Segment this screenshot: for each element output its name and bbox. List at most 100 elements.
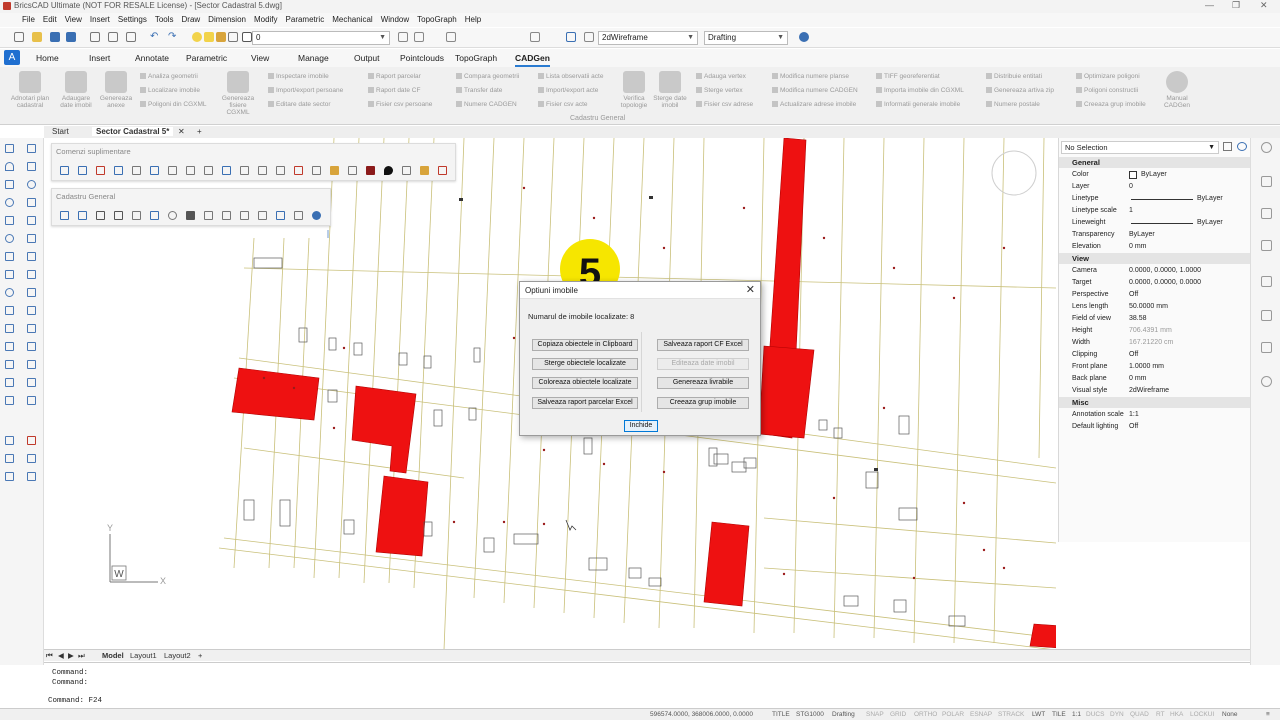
- status-tile[interactable]: TILE: [1052, 711, 1066, 718]
- ribbon-small-button[interactable]: Editare date sector: [268, 101, 331, 108]
- status-strack[interactable]: STRACK: [998, 711, 1024, 718]
- status-none[interactable]: None: [1222, 711, 1238, 718]
- ribbon-small-button[interactable]: Poligoni constructii: [1076, 87, 1138, 94]
- revcloud-tool-icon[interactable]: [5, 342, 14, 351]
- menu-topograph[interactable]: TopoGraph: [417, 13, 457, 27]
- palette-tool-icon[interactable]: [420, 166, 429, 175]
- redo-icon[interactable]: ↷: [168, 32, 178, 42]
- ribbon-small-button[interactable]: Modifica numere CADGEN: [772, 87, 858, 94]
- ribbon-small-button[interactable]: Adauga vertex: [696, 73, 746, 80]
- delete-property-data-button[interactable]: Sterge date imobil: [650, 71, 690, 109]
- ribbon-small-button[interactable]: Fisier csv adrese: [696, 101, 753, 108]
- dimension-tool-icon[interactable]: [27, 454, 36, 463]
- layer-bulb-icon[interactable]: [192, 32, 202, 42]
- palette-tool-icon[interactable]: [276, 166, 285, 175]
- palette-tool-icon[interactable]: [276, 211, 285, 220]
- prop-row[interactable]: Lens length 50.0000 mm: [1059, 301, 1251, 313]
- polyline-tool-icon[interactable]: [5, 216, 14, 225]
- palette-tool-icon[interactable]: [114, 211, 123, 220]
- prop-row[interactable]: Transparency ByLayer: [1059, 229, 1251, 241]
- palette-tool-icon[interactable]: [168, 166, 177, 175]
- prop-row[interactable]: Color ByLayer: [1059, 169, 1251, 181]
- menu-settings[interactable]: Settings: [118, 13, 147, 27]
- ribbon-small-button[interactable]: Genereaza artiva zip: [986, 87, 1054, 94]
- ribbon-small-button[interactable]: Compara geometrii: [456, 73, 519, 80]
- prop-row[interactable]: Lineweight ByLayer: [1059, 217, 1251, 229]
- tab-layout2[interactable]: Layout2: [164, 651, 191, 660]
- explorer-icon[interactable]: [530, 32, 540, 42]
- palette-tool-icon[interactable]: [78, 166, 87, 175]
- lightbulb-icon[interactable]: [1261, 142, 1272, 153]
- rectangle-tool-icon[interactable]: [5, 180, 14, 189]
- prop-row[interactable]: Visual style 2dWireframe: [1059, 385, 1251, 397]
- save-parcel-report-button[interactable]: Salveaza raport parcelar Excel: [532, 397, 638, 409]
- add-property-data-button[interactable]: Adaugare date imobil: [56, 71, 96, 109]
- palette-tool-icon[interactable]: [150, 166, 159, 175]
- scale-tool-icon[interactable]: [27, 216, 36, 225]
- prop-row[interactable]: Elevation 0 mm: [1059, 241, 1251, 253]
- layers-icon[interactable]: [1261, 208, 1272, 219]
- status-workspace[interactable]: Drafting: [832, 711, 855, 718]
- tab-manage[interactable]: Manage: [298, 53, 329, 63]
- palette-tool-icon[interactable]: [294, 166, 303, 175]
- tab-cadgen[interactable]: CADGen: [515, 53, 550, 67]
- trim-tool-icon[interactable]: [27, 252, 36, 261]
- tab-view[interactable]: View: [251, 53, 269, 63]
- prop-row[interactable]: Annotation scale 1:1: [1059, 409, 1251, 421]
- tab-layout1[interactable]: Layout1: [130, 651, 157, 660]
- palette-tool-icon[interactable]: [78, 211, 87, 220]
- layer-state-icon[interactable]: [446, 32, 456, 42]
- ellipse-tool-icon[interactable]: [5, 234, 14, 243]
- mirror-tool-icon[interactable]: [27, 198, 36, 207]
- palette-tool-icon[interactable]: [366, 166, 375, 175]
- prev-layout-icon[interactable]: ◀: [58, 651, 64, 660]
- menu-view[interactable]: View: [65, 13, 82, 27]
- new-tab-icon[interactable]: +: [197, 127, 202, 136]
- ribbon-small-button[interactable]: Inspectare imobile: [268, 73, 329, 80]
- ribbon-small-button[interactable]: Modifica numere planse: [772, 73, 849, 80]
- status-menu-icon[interactable]: ≡: [1266, 711, 1270, 718]
- offset-tool-icon[interactable]: [27, 234, 36, 243]
- palette-tool-icon[interactable]: [150, 211, 159, 220]
- print-icon[interactable]: [108, 32, 118, 42]
- category-misc[interactable]: Misc: [1059, 397, 1251, 408]
- menu-window[interactable]: Window: [381, 13, 409, 27]
- tab-annotate[interactable]: Annotate: [135, 53, 169, 63]
- ribbon-small-button[interactable]: Optimizare poligoni: [1076, 73, 1140, 80]
- rotate-tool-icon[interactable]: [27, 180, 36, 189]
- add-layout-icon[interactable]: +: [198, 651, 202, 660]
- fillet-tool-icon[interactable]: [27, 288, 36, 297]
- table-tool-icon[interactable]: [5, 436, 14, 445]
- save-cf-report-button[interactable]: Salveaza raport CF Excel: [657, 339, 749, 351]
- selection-dropdown[interactable]: No Selection ▼: [1061, 141, 1219, 154]
- save-icon[interactable]: [50, 32, 60, 42]
- explode-tool-icon[interactable]: [27, 378, 36, 387]
- grid-snap-icon[interactable]: [566, 32, 576, 42]
- tab-topograph[interactable]: TopoGraph: [455, 53, 497, 63]
- layer-color-swatch[interactable]: [242, 32, 252, 42]
- match-layer-icon[interactable]: [414, 32, 424, 42]
- app-menu-button[interactable]: A: [4, 50, 20, 65]
- attach-icon[interactable]: [1261, 240, 1272, 251]
- ribbon-small-button[interactable]: Numere CADGEN: [456, 101, 517, 108]
- block-tool-icon[interactable]: [27, 472, 36, 481]
- minimize-icon[interactable]: —: [1205, 0, 1214, 10]
- status-lwt[interactable]: LWT: [1032, 711, 1045, 718]
- copy-to-clipboard-button[interactable]: Copiaza obiectele in Clipboard: [532, 339, 638, 351]
- prop-row[interactable]: Back plane 0 mm: [1059, 373, 1251, 385]
- publish-icon[interactable]: [126, 32, 136, 42]
- command-area[interactable]: Command: Command: Command: F24: [44, 662, 1250, 708]
- join-tool-icon[interactable]: [27, 396, 36, 405]
- prop-row[interactable]: Linetype scale 1: [1059, 205, 1251, 217]
- palette-tool-icon[interactable]: [348, 166, 357, 175]
- tab-sector-cadastral[interactable]: Sector Cadastral 5*: [92, 127, 174, 136]
- delete-localized-button[interactable]: Sterge obiectele localizate: [532, 358, 638, 370]
- menu-dimension[interactable]: Dimension: [208, 13, 246, 27]
- ribbon-small-button[interactable]: TIFF georeferentiat: [876, 73, 940, 80]
- tab-start[interactable]: Start: [52, 127, 69, 136]
- circle-tool-icon[interactable]: [5, 198, 14, 207]
- ribbon-small-button[interactable]: Creeaza grup imobile: [1076, 101, 1146, 108]
- cadgen-manual-button[interactable]: Manual CADGen: [1157, 71, 1197, 109]
- print-preview-icon[interactable]: [90, 32, 100, 42]
- ribbon-small-button[interactable]: Fisier csv acte: [538, 101, 588, 108]
